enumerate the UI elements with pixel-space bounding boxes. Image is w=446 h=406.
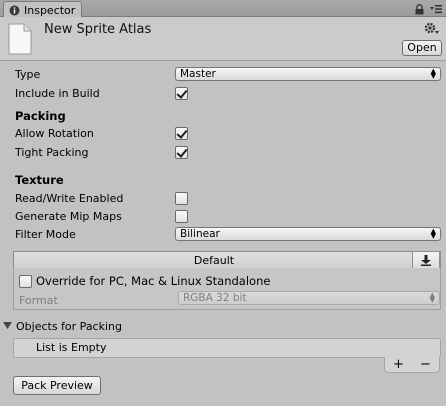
override-checkbox[interactable] [19, 275, 32, 288]
objects-list: List is Empty [13, 338, 441, 358]
open-button[interactable]: Open [402, 40, 442, 56]
type-value: Master [180, 68, 216, 80]
tab-bar: Inspector [0, 0, 446, 18]
tab-menu-icon[interactable] [430, 4, 442, 14]
override-label: Override for PC, Mac & Linux Standalone [36, 274, 271, 288]
filter-mode-dropdown[interactable]: Bilinear ▲ ▼ [175, 227, 441, 241]
tab-default[interactable]: Default [14, 254, 414, 267]
foldout-arrow-icon[interactable] [3, 322, 12, 330]
allow-rotation-checkbox[interactable] [175, 127, 188, 140]
mipmaps-label: Generate Mip Maps [15, 210, 122, 223]
lock-icon[interactable] [415, 3, 424, 15]
add-item-button[interactable]: + [393, 357, 404, 372]
platform-download-button[interactable] [412, 251, 440, 269]
gear-icon[interactable] [424, 22, 440, 36]
tab-inspector[interactable]: Inspector [3, 1, 82, 18]
texture-title: Texture [15, 173, 64, 187]
tight-packing-label: Tight Packing [15, 146, 89, 159]
platform-tabs: Default [13, 251, 441, 269]
dropdown-arrows-icon: ▲ ▼ [430, 67, 436, 80]
file-icon [8, 23, 32, 55]
list-empty-text: List is Empty [36, 341, 107, 354]
info-icon [9, 5, 20, 15]
type-label: Type [15, 68, 41, 81]
readwrite-checkbox[interactable] [175, 192, 188, 205]
include-in-build-checkbox[interactable] [175, 87, 188, 100]
filter-mode-value: Bilinear [180, 228, 220, 240]
inspector-header: New Sprite Atlas Open [0, 17, 446, 61]
format-value: RGBA 32 bit [183, 292, 247, 304]
download-icon [421, 254, 431, 266]
format-label: Format [19, 294, 58, 307]
tight-packing-checkbox[interactable] [175, 146, 188, 159]
asset-name: New Sprite Atlas [44, 22, 152, 37]
readwrite-label: Read/Write Enabled [15, 192, 124, 205]
mipmaps-checkbox[interactable] [175, 210, 188, 223]
remove-item-button[interactable]: − [420, 357, 431, 372]
dropdown-arrows-icon: ▲ ▼ [429, 291, 435, 304]
pack-preview-button[interactable]: Pack Preview [13, 376, 101, 395]
dropdown-arrows-icon: ▲ ▼ [430, 227, 436, 240]
filter-mode-label: Filter Mode [15, 228, 76, 241]
allow-rotation-label: Allow Rotation [15, 127, 94, 140]
inspector-content: Type Master ▲ ▼ Include in Build Packing … [0, 62, 446, 406]
objects-for-packing-title[interactable]: Objects for Packing [16, 320, 122, 333]
type-dropdown[interactable]: Master ▲ ▼ [175, 67, 441, 81]
include-in-build-label: Include in Build [15, 87, 100, 100]
format-dropdown: RGBA 32 bit ▲ ▼ [178, 291, 440, 305]
tab-title: Inspector [24, 3, 76, 17]
list-footer: + − [384, 357, 440, 373]
packing-title: Packing [15, 109, 66, 123]
platform-settings-panel: Override for PC, Mac & Linux Standalone … [13, 268, 441, 310]
